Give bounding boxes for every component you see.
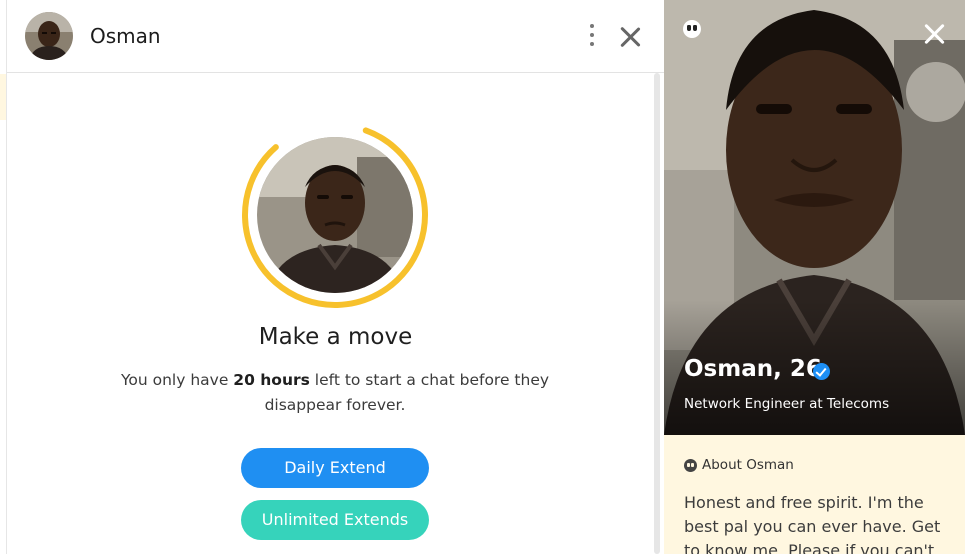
about-text: Honest and free spirit. I'm the best pal… — [684, 493, 941, 554]
timer-avatar — [240, 120, 430, 310]
hours-left: 20 hours — [233, 371, 310, 389]
verified-badge-icon — [813, 363, 830, 380]
more-options-icon[interactable] — [587, 24, 597, 50]
profile-name-age: Osman, 26 — [684, 356, 822, 382]
close-icon[interactable] — [619, 26, 641, 48]
unlimited-extends-button[interactable]: Unlimited Extends — [241, 500, 429, 540]
header-name[interactable]: Osman — [90, 24, 161, 48]
expiry-message-prefix: You only have — [120, 371, 234, 389]
avatar[interactable] — [25, 12, 73, 60]
expiry-message: You only have 20 hours left to start a c… — [117, 368, 553, 418]
daily-extend-button[interactable]: Daily Extend — [241, 448, 429, 488]
quote-icon — [683, 20, 701, 38]
quote-icon — [684, 459, 697, 472]
close-profile-icon[interactable] — [923, 23, 945, 45]
scrollbar[interactable] — [654, 73, 660, 554]
chat-panel: Osman Make a move You only have 20 hours… — [7, 0, 664, 554]
profile-panel: Osman, 26 Network Engineer at Telecoms A… — [664, 0, 965, 554]
match-photo — [257, 137, 413, 293]
chat-header: Osman — [7, 0, 664, 73]
profile-job: Network Engineer at Telecoms — [684, 396, 890, 412]
heading: Make a move — [258, 324, 413, 350]
about-title: About Osman — [702, 457, 794, 473]
